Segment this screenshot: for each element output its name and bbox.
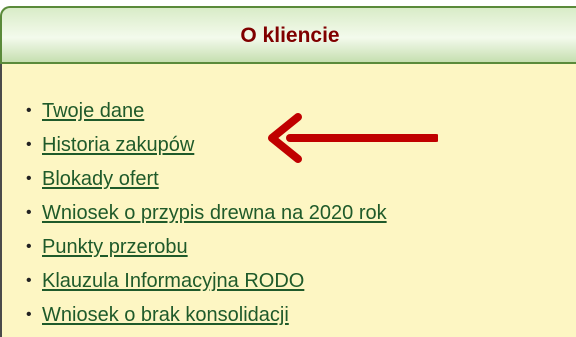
bullet-icon: • xyxy=(26,136,32,153)
list-item: • Klauzula Informacyjna RODO xyxy=(26,264,387,298)
bullet-icon: • xyxy=(26,272,32,289)
list-item: • Wniosek o brak konsolidacji xyxy=(26,298,387,332)
blokady-ofert-link[interactable]: Blokady ofert xyxy=(42,168,159,190)
panel-title: O kliencie xyxy=(240,24,340,47)
client-panel: O kliencie • Twoje dane • Historia zakupów… xyxy=(0,0,576,337)
panel-header: O kliencie xyxy=(0,6,576,64)
list-item: • Wniosek o przypis drewna na 2020 rok xyxy=(26,196,387,230)
historia-zakupow-link[interactable]: Historia zakupów xyxy=(42,134,194,156)
twoje-dane-link[interactable]: Twoje dane xyxy=(42,100,144,122)
klauzula-rodo-link[interactable]: Klauzula Informacyjna RODO xyxy=(42,270,304,292)
list-item: • Punkty przerobu xyxy=(26,230,387,264)
wniosek-brak-konsolidacji-link[interactable]: Wniosek o brak konsolidacji xyxy=(42,304,289,326)
bullet-icon: • xyxy=(26,204,32,221)
list-item: • Blokady ofert xyxy=(26,162,387,196)
punkty-przerobu-link[interactable]: Punkty przerobu xyxy=(42,236,188,258)
bullet-icon: • xyxy=(26,238,32,255)
bullet-icon: • xyxy=(26,102,32,119)
wniosek-przypis-drewna-link[interactable]: Wniosek o przypis drewna na 2020 rok xyxy=(42,202,387,224)
bullet-icon: • xyxy=(26,170,32,187)
left-arrow-icon xyxy=(268,113,438,163)
panel-body: • Twoje dane • Historia zakupów • Blokady o… xyxy=(0,64,576,337)
bullet-icon: • xyxy=(26,306,32,323)
